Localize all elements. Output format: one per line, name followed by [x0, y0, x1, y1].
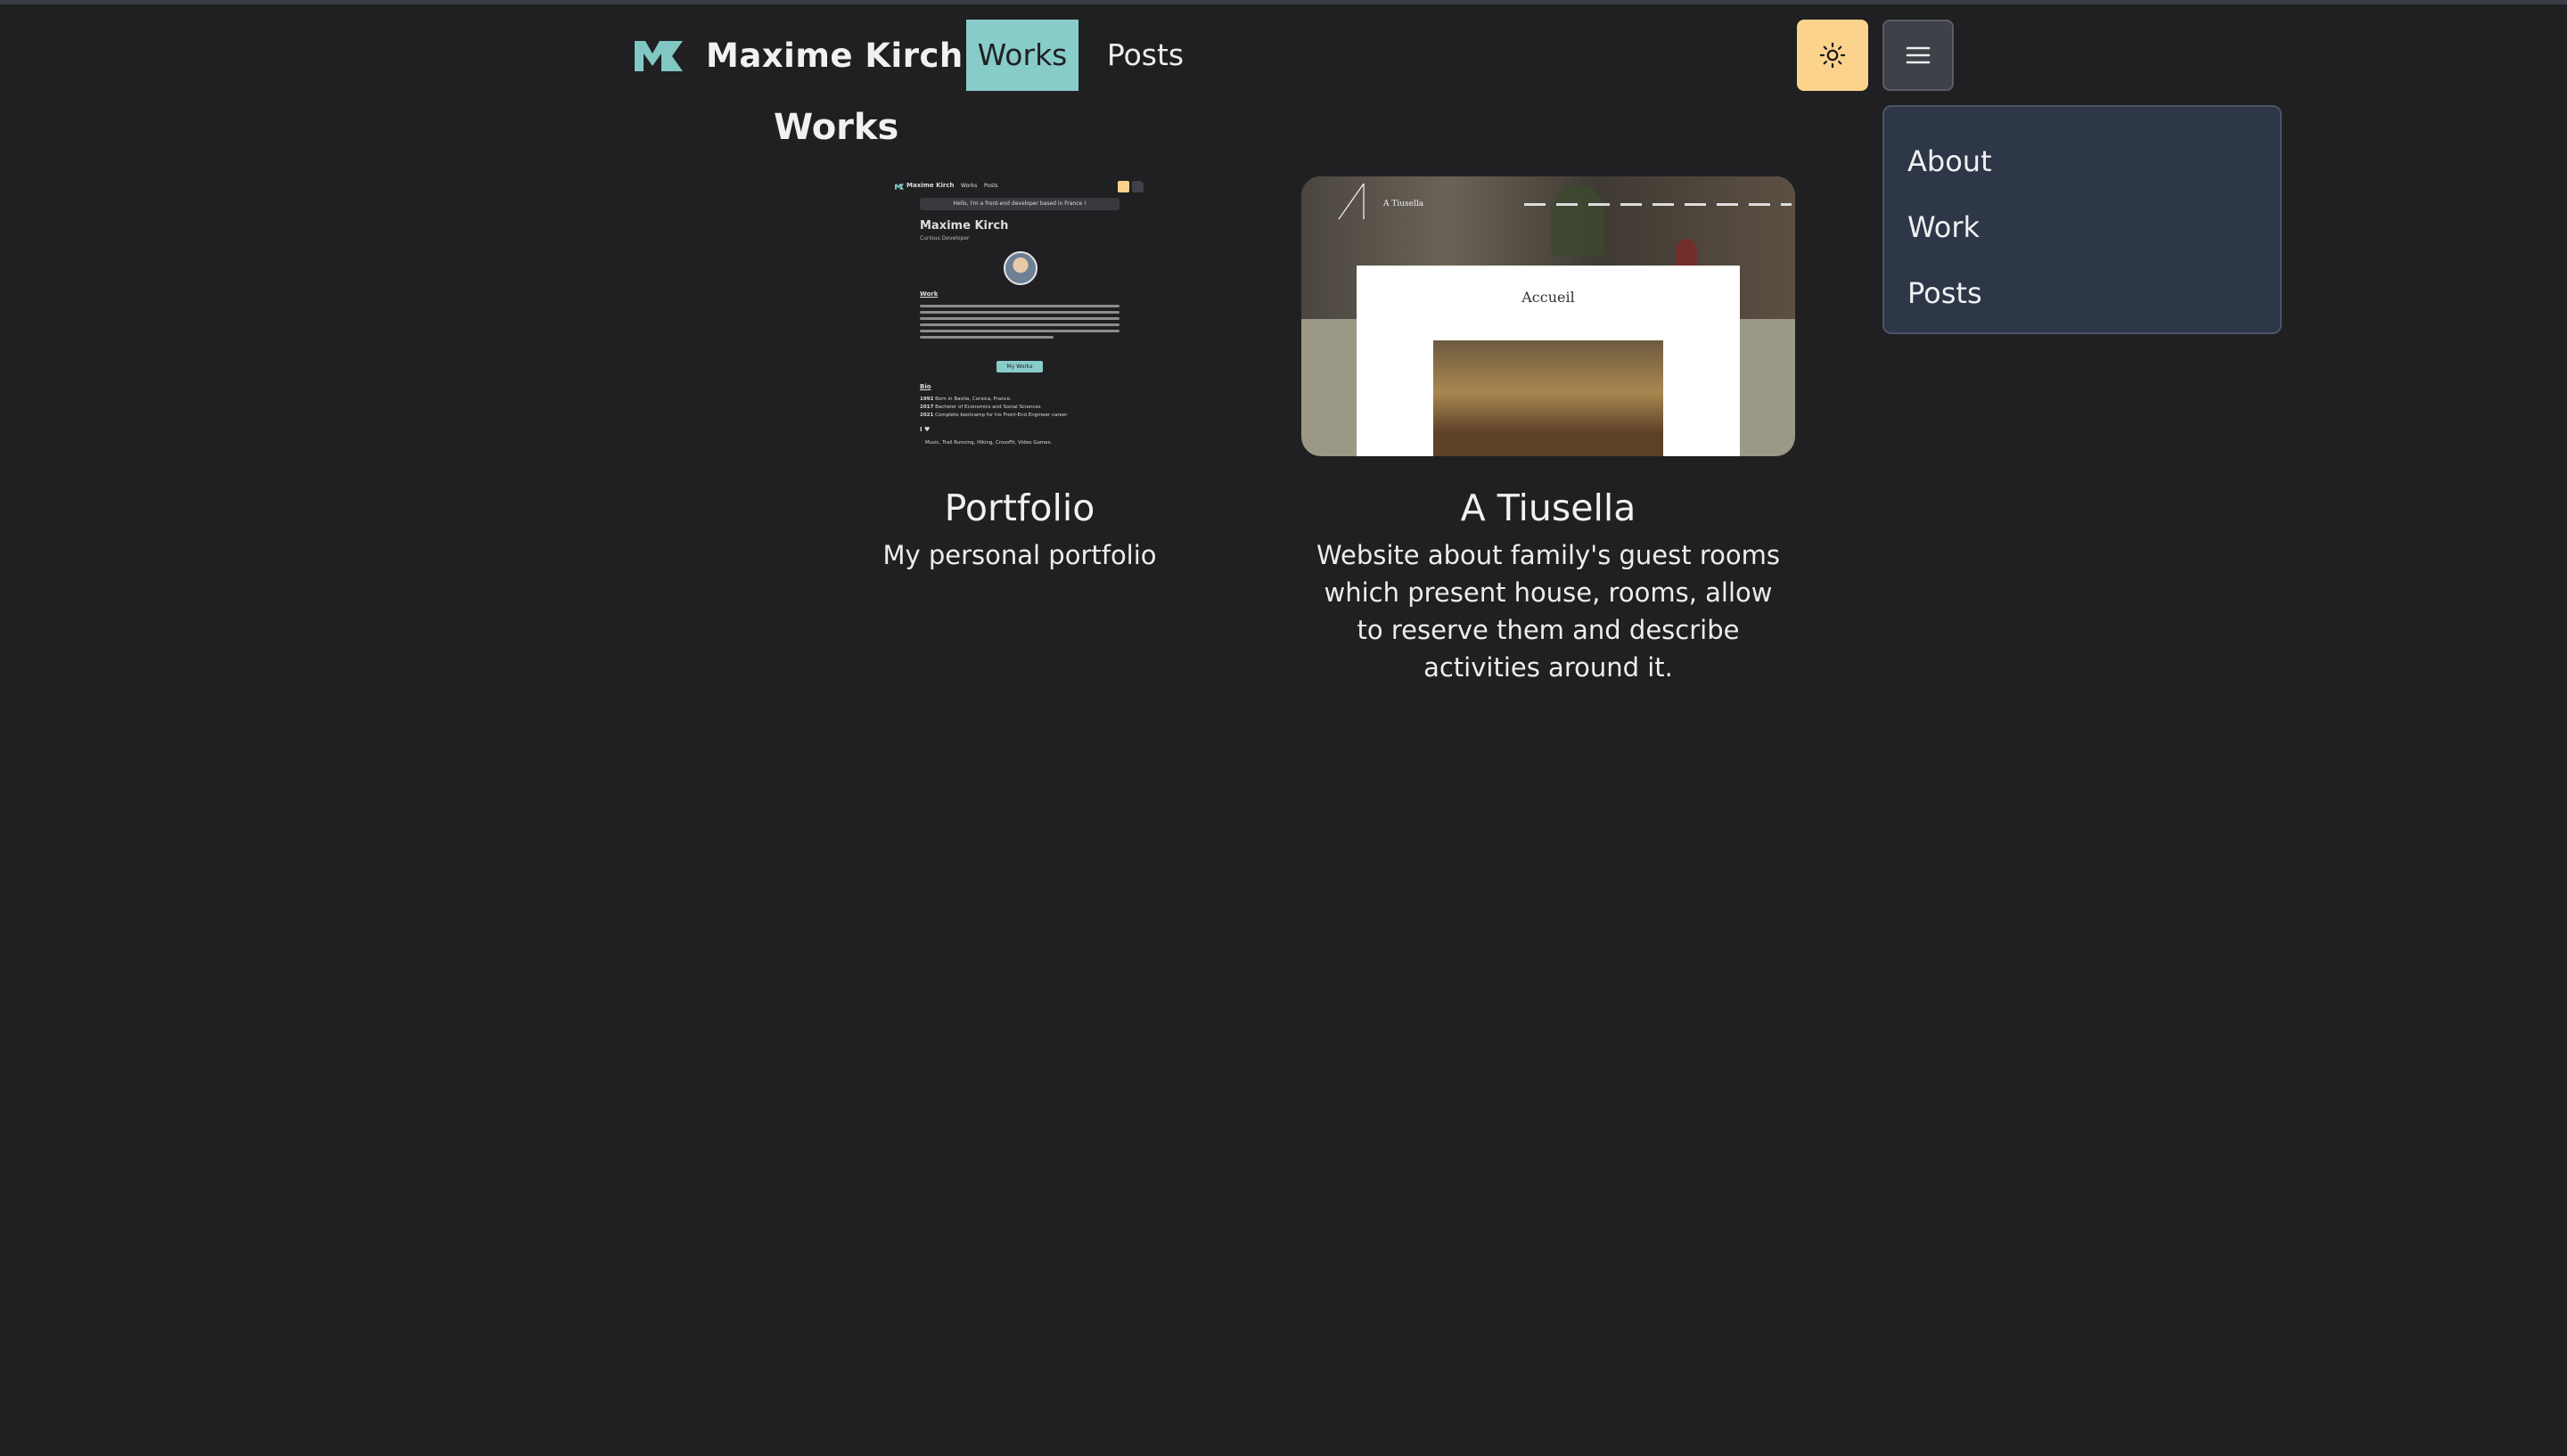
card-description-portfolio: My personal portfolio — [882, 540, 1157, 570]
menu-button[interactable] — [1882, 20, 1954, 91]
hamburger-icon — [1906, 46, 1931, 64]
brand-name[interactable]: Maxime Kirch — [706, 32, 964, 80]
preview-theme-button — [1118, 181, 1129, 192]
dropdown-menu: About Work Posts — [1882, 105, 2282, 334]
preview-text-line — [920, 311, 1119, 314]
menu-item-posts[interactable]: Posts — [1884, 260, 2280, 326]
tiusella-brand: A Tiusella — [1383, 200, 1424, 209]
menu-item-work[interactable]: Work — [1884, 194, 2280, 260]
preview-section-work: Work — [920, 290, 939, 298]
preview-text-line — [920, 323, 1119, 326]
tiusella-logo-icon — [1338, 183, 1365, 220]
tiusella-heading: Accueil — [1521, 289, 1575, 306]
tiusella-thumbnail[interactable]: A Tiusella Accueil — [1301, 176, 1795, 456]
nav-works[interactable]: Works — [966, 20, 1078, 91]
sun-icon — [1819, 42, 1846, 69]
preview-brand: Maxime Kirch — [906, 182, 955, 189]
preview-love: Music, Trail Running, Hiking, CrossFit, … — [925, 440, 1053, 446]
preview-bio-list: 1992 Born in Bastia, Corsica, France. 20… — [920, 397, 1068, 418]
preview-tagline: Hello, I'm a front-end developer based i… — [920, 198, 1119, 210]
logo-icon[interactable] — [635, 41, 683, 71]
card-description-tiusella: Website about family's guest rooms which… — [1316, 540, 1780, 683]
preview-nav-posts: Posts — [984, 183, 998, 189]
preview-text-line — [920, 336, 1054, 339]
tiusella-content-panel: Accueil — [1357, 266, 1740, 456]
preview-name: Maxime Kirch — [920, 219, 1009, 233]
portfolio-thumbnail[interactable]: Maxime Kirch Works Posts Hello, I'm a fr… — [891, 176, 1148, 456]
preview-nav-works: Works — [961, 183, 978, 189]
window-top-border — [0, 0, 2567, 4]
preview-avatar — [1004, 251, 1037, 285]
portfolio-preview: Maxime Kirch Works Posts Hello, I'm a fr… — [891, 176, 1148, 456]
page-title: Works — [774, 107, 899, 148]
card-title-tiusella[interactable]: A Tiusella — [1301, 481, 1795, 535]
preview-text-line — [920, 317, 1119, 320]
tiusella-room-photo — [1433, 340, 1663, 456]
menu-item-about[interactable]: About — [1884, 128, 2280, 194]
preview-logo-icon — [895, 184, 904, 190]
preview-menu-button — [1132, 181, 1144, 192]
preview-role: Curious Developer — [920, 235, 970, 241]
card-title-portfolio[interactable]: Portfolio — [802, 481, 1237, 535]
nav-posts[interactable]: Posts — [1093, 20, 1198, 91]
preview-text-line — [920, 330, 1119, 332]
preview-section-love: I ♥ — [920, 426, 931, 433]
preview-text-line — [920, 305, 1119, 307]
preview-section-bio: Bio — [920, 383, 931, 390]
tiusella-nav-links — [1524, 203, 1792, 206]
preview-works-button: My Works — [996, 361, 1043, 372]
plant-image — [1551, 185, 1604, 257]
theme-toggle-button[interactable] — [1797, 20, 1868, 91]
